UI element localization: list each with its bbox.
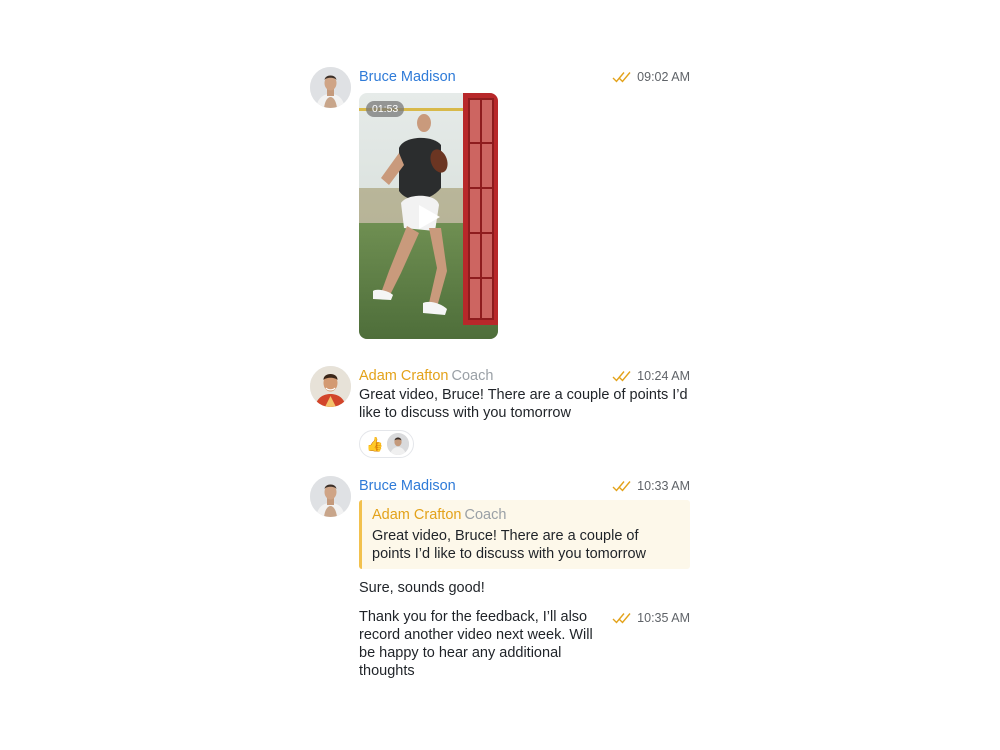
double-check-icon [612,72,631,83]
message-body: Bruce Madison 10:33 AM Adam Crafton Coach… [359,476,690,597]
thumbs-up-icon: 👍 [366,436,384,452]
quoted-text: Great video, Bruce! There are a couple o… [372,528,646,562]
message-time: 10:35 AM [637,611,690,625]
message-body: Thank you for the feedback, I’ll also re… [359,608,690,680]
quoted-message[interactable]: Adam Crafton Coach Great video, Bruce! Th… [359,500,690,569]
message-body: Adam Crafton Coach 10:24 AM Great video, … [359,366,690,458]
message-time: 09:02 AM [637,70,690,84]
avatar-bruce[interactable] [310,67,351,108]
message-header: Bruce Madison 09:02 AM [359,67,690,87]
quoted-sender-role: Coach [464,507,507,523]
reactor-avatar [387,433,410,455]
double-check-icon [612,613,631,624]
video-duration: 01:53 [366,101,405,117]
message-meta: 10:33 AM [612,476,690,496]
sender-name[interactable]: Bruce Madison [359,478,456,494]
message-text: Sure, sounds good! [359,580,485,596]
message-meta: 10:35 AM [612,608,690,628]
double-check-icon [612,481,631,492]
message-header: Adam Crafton Coach 10:24 AM [359,366,690,386]
play-icon[interactable] [416,203,442,231]
message-header: Bruce Madison 10:33 AM [359,476,690,496]
message-meta: 09:02 AM [612,67,690,87]
video-attachment[interactable]: 01:53 [359,93,498,339]
message-text: Great video, Bruce! There are a couple o… [359,387,688,421]
message-time: 10:24 AM [637,369,690,383]
double-check-icon [612,371,631,382]
reaction-badge[interactable]: 👍 [359,430,415,458]
avatar-adam[interactable] [310,366,351,407]
quoted-sender-name: Adam Crafton [372,507,462,523]
message-body: Bruce Madison 09:02 AM 01:53 [359,67,690,339]
sender-name[interactable]: Bruce Madison [359,69,456,85]
sender-role: Coach [451,368,494,384]
message-time: 10:33 AM [637,479,690,493]
sender-name[interactable]: Adam Crafton [359,368,448,384]
message-text: Thank you for the feedback, I’ll also re… [359,609,593,679]
message-meta: 10:24 AM [612,366,690,386]
chat-thread: Bruce Madison 09:02 AM 01:53 Adam Crafto… [310,0,690,750]
avatar-bruce[interactable] [310,476,351,517]
